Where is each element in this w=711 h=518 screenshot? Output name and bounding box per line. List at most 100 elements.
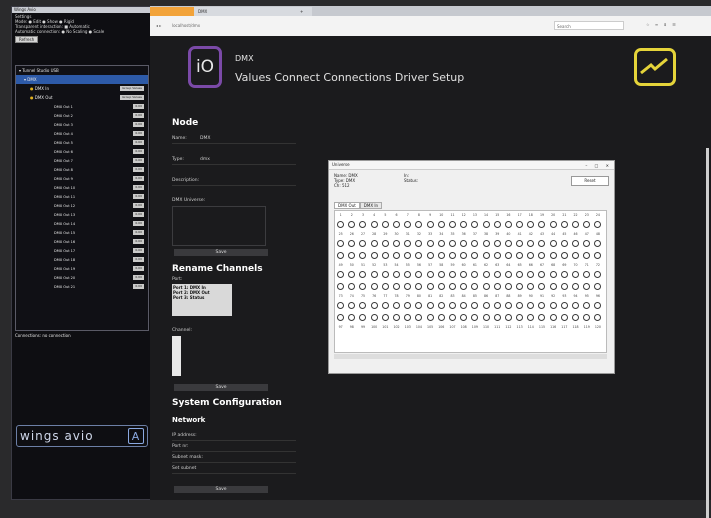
tree-item-dmx-out-channel[interactable]: DMX Out 12 0.00 <box>16 201 148 210</box>
channel-knob[interactable] <box>492 220 503 228</box>
channel-knob[interactable] <box>492 282 503 290</box>
channel-knob[interactable] <box>369 313 380 321</box>
channel-knob[interactable] <box>436 270 447 278</box>
channel-knob[interactable] <box>357 251 368 259</box>
channel-knob[interactable] <box>369 270 380 278</box>
channel-knob[interactable] <box>436 239 447 247</box>
channel-knob[interactable] <box>458 301 469 309</box>
channel-knob[interactable] <box>525 239 536 247</box>
channel-knob[interactable] <box>335 301 346 309</box>
channel-knob[interactable] <box>447 270 458 278</box>
channel-knob[interactable] <box>559 282 570 290</box>
channel-value-badge[interactable]: 0.00 <box>133 239 144 244</box>
channel-knob[interactable] <box>335 313 346 321</box>
channel-knob[interactable] <box>413 313 424 321</box>
channel-knob[interactable] <box>346 270 357 278</box>
tree-item-dmx-out-channel[interactable]: DMX Out 14 0.00 <box>16 219 148 228</box>
channel-knob[interactable] <box>536 251 547 259</box>
channel-value-badge[interactable]: 0.00 <box>133 266 144 271</box>
channel-knob[interactable] <box>592 270 603 278</box>
tree-item-dmx-out-channel[interactable]: DMX Out 8 0.00 <box>16 165 148 174</box>
tree-item-dmx[interactable]: ▾ DMX <box>16 75 148 84</box>
channel-knob[interactable] <box>570 270 581 278</box>
channel-knob[interactable] <box>503 270 514 278</box>
channel-knob[interactable] <box>559 251 570 259</box>
page-scrollbar[interactable] <box>706 148 709 518</box>
channel-knob[interactable] <box>357 313 368 321</box>
group-values-badge[interactable]: Group Values <box>120 86 144 91</box>
channel-knob[interactable] <box>447 239 458 247</box>
rename-save-button[interactable]: Save <box>174 384 268 391</box>
channel-knob[interactable] <box>391 313 402 321</box>
channel-knob[interactable] <box>346 313 357 321</box>
tree-item-dmx-out-channel[interactable]: DMX Out 11 0.00 <box>16 192 148 201</box>
channel-knob[interactable] <box>380 239 391 247</box>
channel-knob[interactable] <box>536 220 547 228</box>
channel-knob[interactable] <box>480 220 491 228</box>
channel-knob[interactable] <box>581 239 592 247</box>
channel-knob[interactable] <box>548 282 559 290</box>
channel-knob[interactable] <box>525 270 536 278</box>
tree-item-dmx-out-channel[interactable]: DMX Out 18 0.00 <box>16 255 148 264</box>
channel-value-badge[interactable]: 0.00 <box>133 275 144 280</box>
channel-knob[interactable] <box>380 220 391 228</box>
subnet-mask-field[interactable]: Subnet mask: <box>172 453 296 463</box>
tree-item-dmx-in[interactable]: ● DMX In Group Values <box>16 84 148 93</box>
channel-knob[interactable] <box>570 282 581 290</box>
channel-knob[interactable] <box>480 251 491 259</box>
channel-value-badge[interactable]: 0.00 <box>133 167 144 172</box>
channel-knob[interactable] <box>480 270 491 278</box>
channel-knob[interactable] <box>480 301 491 309</box>
channel-knob[interactable] <box>380 270 391 278</box>
horizontal-scrollbar[interactable] <box>334 354 607 359</box>
channel-knob[interactable] <box>469 239 480 247</box>
channel-knob[interactable] <box>413 270 424 278</box>
channel-knob[interactable] <box>436 282 447 290</box>
channel-knob[interactable] <box>480 282 491 290</box>
channel-knob[interactable] <box>503 313 514 321</box>
channel-knob[interactable] <box>391 282 402 290</box>
channel-knob[interactable] <box>469 270 480 278</box>
system-save-button[interactable]: Save <box>174 486 268 493</box>
description-field[interactable]: Description: <box>172 176 296 186</box>
channel-knob[interactable] <box>492 313 503 321</box>
port-listbox[interactable]: Port 1: DMX In Port 2: DMX Out Port 3: S… <box>172 284 232 316</box>
tree-item-dmx-out-channel[interactable]: DMX Out 5 0.00 <box>16 138 148 147</box>
channel-knob[interactable] <box>525 251 536 259</box>
device-tree[interactable]: ▾ Tunnel Studio USB ▾ DMX ● DMX In Group … <box>15 65 149 331</box>
channel-knob[interactable] <box>346 301 357 309</box>
channel-value-badge[interactable]: 0.00 <box>133 149 144 154</box>
channel-knob[interactable] <box>559 313 570 321</box>
connection-option[interactable]: Automatic connection: ● No Scaling ● Sca… <box>15 29 147 34</box>
channel-knob[interactable] <box>357 220 368 228</box>
channel-knob[interactable] <box>335 270 346 278</box>
search-input[interactable]: Search <box>554 21 624 30</box>
tree-item-dmx-out-channel[interactable]: DMX Out 1 0.00 <box>16 102 148 111</box>
channel-value-badge[interactable]: 0.00 <box>133 140 144 145</box>
type-field[interactable]: Type: dmx <box>172 155 296 165</box>
channel-value-badge[interactable]: 0.00 <box>133 212 144 217</box>
channel-knob[interactable] <box>391 270 402 278</box>
channel-knob[interactable] <box>391 220 402 228</box>
channel-knob[interactable] <box>525 282 536 290</box>
channel-knob[interactable] <box>492 301 503 309</box>
channel-knob[interactable] <box>525 313 536 321</box>
channel-knob[interactable] <box>425 251 436 259</box>
tree-item-dmx-out-channel[interactable]: DMX Out 2 0.00 <box>16 111 148 120</box>
channel-knob[interactable] <box>592 301 603 309</box>
channel-value-badge[interactable]: 0.00 <box>133 221 144 226</box>
channel-value-badge[interactable]: 0.00 <box>133 158 144 163</box>
tab-dmx-out[interactable]: DMX Out <box>334 202 360 209</box>
channel-value-badge[interactable]: 0.00 <box>133 257 144 262</box>
tree-item-dmx-out[interactable]: ● DMX Out Group Values <box>16 93 148 102</box>
channel-knob[interactable] <box>469 313 480 321</box>
channel-knob[interactable] <box>425 220 436 228</box>
channel-knob[interactable] <box>436 313 447 321</box>
channel-knob[interactable] <box>581 251 592 259</box>
channel-knob[interactable] <box>480 239 491 247</box>
node-save-button[interactable]: Save <box>174 249 268 256</box>
channel-knob[interactable] <box>436 220 447 228</box>
channel-knob[interactable] <box>357 270 368 278</box>
channel-knob[interactable] <box>458 313 469 321</box>
channel-knob[interactable] <box>413 282 424 290</box>
